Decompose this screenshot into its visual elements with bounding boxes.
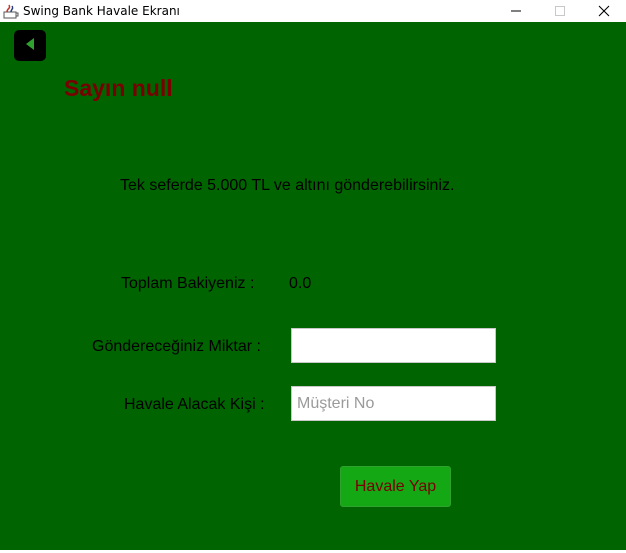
window-title: Swing Bank Havale Ekranı [23, 4, 180, 18]
balance-value: 0.0 [289, 275, 312, 292]
transfer-window: Swing Bank Havale Ekranı Sayın null Tek … [0, 0, 626, 553]
content-panel: Sayın null Tek seferde 5.000 TL ve altın… [0, 22, 626, 550]
back-arrow-icon [24, 36, 36, 55]
transfer-limit-info: Tek seferde 5.000 TL ve altını gönderebi… [120, 177, 455, 194]
send-transfer-button[interactable]: Havale Yap [340, 466, 451, 507]
amount-label: Göndereceğiniz Miktar : [92, 338, 261, 355]
recipient-label: Havale Alacak Kişi : [124, 396, 265, 413]
java-app-icon [3, 3, 19, 19]
amount-input[interactable] [291, 328, 496, 363]
minimize-icon [510, 2, 522, 21]
minimize-button[interactable] [494, 0, 538, 22]
recipient-customer-no-input[interactable] [291, 386, 496, 421]
title-bar: Swing Bank Havale Ekranı [0, 0, 626, 22]
back-button[interactable] [14, 30, 46, 61]
close-button[interactable] [582, 0, 626, 22]
maximize-button[interactable] [538, 0, 582, 22]
greeting-title: Sayın null [64, 75, 173, 101]
close-icon [598, 2, 610, 21]
maximize-icon [554, 2, 566, 21]
balance-label: Toplam Bakiyeniz : [121, 275, 255, 292]
